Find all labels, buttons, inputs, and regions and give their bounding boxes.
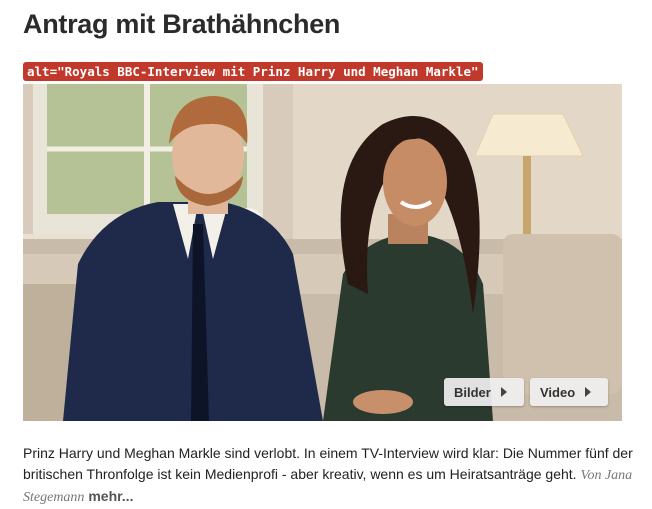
video-button-label: Video [540, 384, 576, 400]
pictures-button[interactable]: Bilder [444, 378, 524, 406]
image-alt-text-label: alt="Royals BBC-Interview mit Prinz Harr… [23, 62, 483, 81]
play-triangle-icon [585, 387, 592, 397]
article-image[interactable] [23, 84, 622, 421]
pictures-button-label: Bilder [454, 384, 491, 400]
play-triangle-icon [500, 387, 507, 397]
teaser-text: Prinz Harry und Meghan Markle sind verlo… [23, 445, 633, 482]
more-link[interactable]: mehr... [88, 488, 133, 504]
video-button[interactable]: Video [530, 378, 608, 406]
article-headline[interactable]: Antrag mit Brathähnchen [23, 9, 340, 40]
article-teaser: Prinz Harry und Meghan Markle sind verlo… [23, 443, 633, 508]
interview-photo [23, 84, 622, 421]
